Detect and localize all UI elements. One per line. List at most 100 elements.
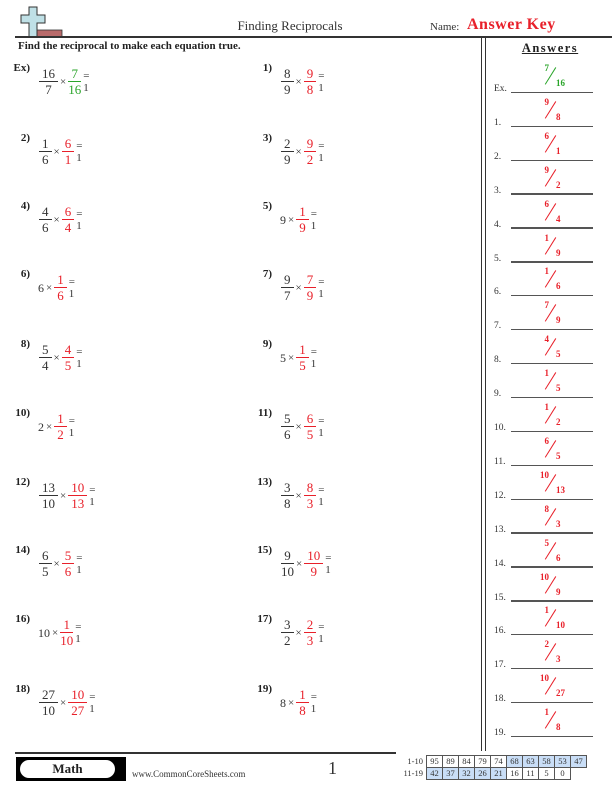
denominator: 10 [42, 703, 55, 718]
answer-label: 9. [494, 389, 502, 400]
answer-blank[interactable] [511, 498, 593, 500]
denominator: 3 [306, 633, 314, 648]
answer-blank[interactable] [511, 668, 593, 670]
numerator: 10 [68, 688, 88, 703]
answer-blank[interactable] [511, 362, 593, 365]
denominator: 8 [284, 496, 291, 511]
answer-blank[interactable] [511, 295, 593, 297]
times-sign: × [295, 490, 302, 502]
answer-fraction: 7 16 [68, 67, 81, 98]
answer-row: 8. 4 5 [494, 331, 612, 365]
numerator: 8 [303, 481, 317, 496]
answer-label: 10. [494, 423, 506, 433]
answer-blank[interactable] [511, 634, 593, 636]
numerator: 1 [39, 137, 52, 152]
numerator: 1 [296, 343, 309, 358]
score-cell: 11 [522, 767, 539, 780]
times-sign: × [295, 421, 302, 433]
numerator: 8 [281, 67, 294, 82]
answer-fraction: 1 10 [60, 618, 73, 649]
problem-equation: 27 10 × 10 27 = 1 [38, 683, 96, 723]
denominator: 27 [556, 688, 565, 699]
answer-value: 10 13 [511, 468, 593, 498]
answer-blank[interactable] [511, 329, 593, 331]
times-sign: × [46, 421, 53, 433]
numerator: 7 [303, 273, 317, 288]
equals-one: = 1 [89, 484, 96, 508]
numerator: 6 [544, 435, 550, 446]
column-divider [481, 38, 486, 751]
problem-equation: 16 7 × 7 16 = 1 [38, 62, 90, 102]
problem-equation: 4 6 × 6 4 = 1 [38, 200, 83, 240]
answer-blank[interactable] [511, 227, 593, 229]
answer-row: 9. 1 5 [494, 365, 612, 399]
problem-equation: 10 × 1 10 = 1 [38, 613, 82, 653]
answer-row: 13. 8 3 [494, 501, 612, 535]
problem-number: 5) [262, 200, 272, 212]
answer-value: 16 [511, 264, 593, 294]
denominator: 6 [57, 288, 64, 303]
answer-value: 92 [511, 163, 593, 193]
numerator: 4 [39, 205, 52, 220]
answer-value: 7 16 [511, 61, 593, 91]
numerator: 2 [281, 137, 294, 152]
answer-fraction: 92 [303, 137, 317, 167]
numerator: 1 [296, 688, 309, 703]
denominator: 10 [42, 496, 55, 511]
equals-one: = 1 [68, 415, 75, 439]
answer-label: 8. [494, 355, 502, 366]
answer-value: 23 [511, 637, 593, 667]
answer-fraction: 79 [303, 273, 317, 303]
answer-blank[interactable] [511, 532, 593, 534]
answer-blank[interactable] [511, 125, 593, 127]
problem-number: 11) [257, 407, 272, 419]
numerator: 5 [61, 549, 75, 564]
score-cell: 84 [458, 755, 475, 768]
given-fraction: 38 [281, 481, 294, 511]
answer-blank[interactable] [511, 566, 593, 568]
problem-number: 7) [262, 268, 272, 280]
times-sign: × [53, 214, 60, 226]
equals-one: = 1 [75, 621, 82, 645]
answer-blank[interactable] [511, 193, 593, 195]
answer-fraction: 23 [303, 618, 317, 648]
denominator: 9 [310, 564, 317, 579]
score-cell: 42 [426, 767, 443, 780]
denominator: 3 [306, 496, 314, 511]
problem-number: 15) [257, 544, 272, 556]
problem-equation: 2 9 × 9 2 = 1 [280, 132, 325, 172]
numerator: 2 [544, 639, 550, 650]
score-cell: 16 [506, 767, 523, 780]
problem-number: 10) [15, 407, 30, 419]
equals-one: = 1 [76, 208, 83, 232]
denominator: 7 [45, 82, 52, 97]
answer-blank[interactable] [511, 600, 593, 602]
site-link[interactable]: www.CommonCoreSheets.com [132, 769, 245, 779]
answer-label: 11. [494, 456, 506, 467]
numerator: 1 [544, 266, 550, 277]
equals-one: = 1 [89, 691, 96, 715]
times-sign: × [288, 352, 295, 364]
problem-equation: 5 6 × 6 5 = 1 [280, 407, 325, 447]
denominator: 3 [556, 518, 561, 529]
answer-blank[interactable] [511, 464, 593, 466]
answer-blank[interactable] [511, 430, 593, 432]
problem-equation: 2 × 1 2 = 1 [38, 407, 76, 447]
answer-blank[interactable] [511, 735, 593, 738]
score-cell: 89 [442, 755, 459, 768]
answer-blank[interactable] [511, 396, 593, 399]
numerator: 1 [544, 368, 550, 379]
denominator: 7 [284, 288, 291, 303]
given-fraction: 16 7 [39, 67, 58, 97]
given-fraction: 97 [281, 273, 294, 303]
answer-fraction: 19 [296, 205, 309, 235]
numerator: 1 [544, 707, 550, 718]
score-cell: 37 [442, 767, 459, 780]
answer-blank[interactable] [511, 261, 593, 263]
answer-blank[interactable] [511, 701, 593, 704]
answer-blank[interactable] [511, 91, 593, 93]
problem-equation: 1 6 × 6 1 = 1 [38, 132, 83, 172]
score-row-label: 11-19 [403, 768, 423, 778]
times-sign: × [295, 282, 302, 294]
answer-blank[interactable] [511, 159, 593, 161]
